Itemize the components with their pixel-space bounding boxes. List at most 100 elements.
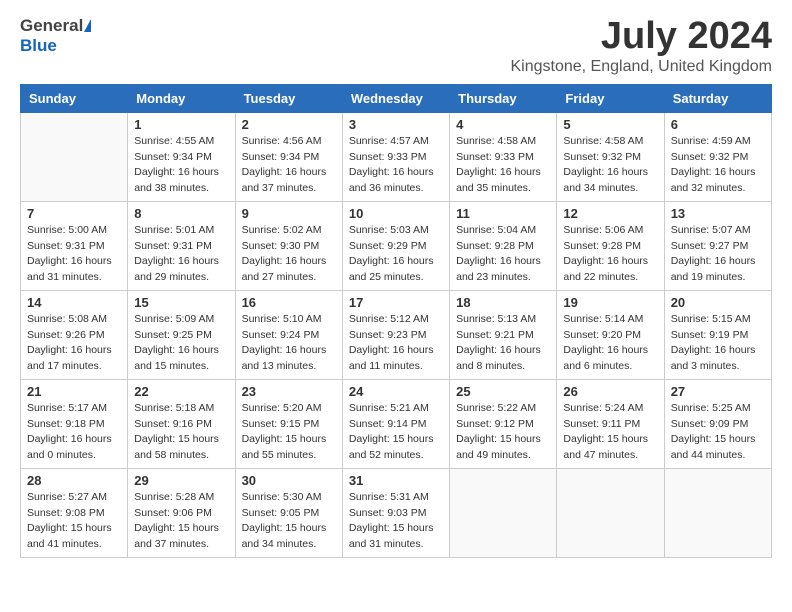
day-number: 25 bbox=[456, 384, 550, 399]
calendar-week-row: 14Sunrise: 5:08 AM Sunset: 9:26 PM Dayli… bbox=[21, 290, 772, 379]
day-number: 27 bbox=[671, 384, 765, 399]
day-info: Sunrise: 5:09 AM Sunset: 9:25 PM Dayligh… bbox=[134, 312, 228, 375]
day-info: Sunrise: 4:59 AM Sunset: 9:32 PM Dayligh… bbox=[671, 134, 765, 197]
calendar-cell: 1Sunrise: 4:55 AM Sunset: 9:34 PM Daylig… bbox=[128, 112, 235, 201]
calendar-cell: 13Sunrise: 5:07 AM Sunset: 9:27 PM Dayli… bbox=[664, 201, 771, 290]
column-header-sunday: Sunday bbox=[21, 84, 128, 112]
calendar-cell: 25 Sunrise: 5:22 AM Sunset: 9:12 PM Dayli… bbox=[450, 379, 557, 468]
calendar-cell bbox=[664, 468, 771, 557]
day-info: Sunrise: 5:25 AM Sunset: 9:09 PM Dayligh… bbox=[671, 401, 765, 464]
calendar-cell: 2 Sunrise: 4:56 AM Sunset: 9:34 PM Daylig… bbox=[235, 112, 342, 201]
day-number: 28 bbox=[27, 473, 121, 488]
calendar-header-row: SundayMondayTuesdayWednesdayThursdayFrid… bbox=[21, 84, 772, 112]
day-info: Sunrise: 5:18 AM Sunset: 9:16 PM Dayligh… bbox=[134, 401, 228, 464]
day-info: Sunrise: 5:07 AM Sunset: 9:27 PM Dayligh… bbox=[671, 223, 765, 286]
day-info: Sunrise: 5:24 AM Sunset: 9:11 PM Dayligh… bbox=[563, 401, 657, 464]
day-number: 9 bbox=[242, 206, 336, 221]
calendar-cell: 10 Sunrise: 5:03 AM Sunset: 9:29 PM Dayli… bbox=[342, 201, 449, 290]
calendar-cell: 21 Sunrise: 5:17 AM Sunset: 9:18 PM Dayli… bbox=[21, 379, 128, 468]
calendar-cell: 17 Sunrise: 5:12 AM Sunset: 9:23 PM Dayli… bbox=[342, 290, 449, 379]
calendar-cell bbox=[557, 468, 664, 557]
day-info: Sunrise: 5:21 AM Sunset: 9:14 PM Dayligh… bbox=[349, 401, 443, 464]
title-area: July 2024 Kingstone, England, United Kin… bbox=[510, 16, 772, 76]
calendar-week-row: 21 Sunrise: 5:17 AM Sunset: 9:18 PM Dayli… bbox=[21, 379, 772, 468]
calendar-cell: 9 Sunrise: 5:02 AM Sunset: 9:30 PM Daylig… bbox=[235, 201, 342, 290]
day-number: 19 bbox=[563, 295, 657, 310]
column-header-wednesday: Wednesday bbox=[342, 84, 449, 112]
calendar-cell: 31 Sunrise: 5:31 AM Sunset: 9:03 PM Dayli… bbox=[342, 468, 449, 557]
day-number: 29 bbox=[134, 473, 228, 488]
calendar-week-row: 7Sunrise: 5:00 AM Sunset: 9:31 PM Daylig… bbox=[21, 201, 772, 290]
calendar-week-row: 1Sunrise: 4:55 AM Sunset: 9:34 PM Daylig… bbox=[21, 112, 772, 201]
day-number: 31 bbox=[349, 473, 443, 488]
calendar-cell: 7Sunrise: 5:00 AM Sunset: 9:31 PM Daylig… bbox=[21, 201, 128, 290]
day-number: 1 bbox=[134, 117, 228, 132]
day-number: 11 bbox=[456, 206, 550, 221]
calendar-cell: 24Sunrise: 5:21 AM Sunset: 9:14 PM Dayli… bbox=[342, 379, 449, 468]
calendar-cell: 5 Sunrise: 4:58 AM Sunset: 9:32 PM Daylig… bbox=[557, 112, 664, 201]
day-info: Sunrise: 5:30 AM Sunset: 9:05 PM Dayligh… bbox=[242, 490, 336, 553]
logo-general: General bbox=[20, 16, 83, 36]
day-info: Sunrise: 5:04 AM Sunset: 9:28 PM Dayligh… bbox=[456, 223, 550, 286]
location-title: Kingstone, England, United Kingdom bbox=[510, 58, 772, 76]
calendar-cell: 19Sunrise: 5:14 AM Sunset: 9:20 PM Dayli… bbox=[557, 290, 664, 379]
logo: General Blue bbox=[20, 16, 91, 56]
day-info: Sunrise: 5:01 AM Sunset: 9:31 PM Dayligh… bbox=[134, 223, 228, 286]
day-number: 7 bbox=[27, 206, 121, 221]
day-info: Sunrise: 5:31 AM Sunset: 9:03 PM Dayligh… bbox=[349, 490, 443, 553]
calendar-cell: 27 Sunrise: 5:25 AM Sunset: 9:09 PM Dayli… bbox=[664, 379, 771, 468]
day-info: Sunrise: 5:06 AM Sunset: 9:28 PM Dayligh… bbox=[563, 223, 657, 286]
logo-blue: Blue bbox=[20, 36, 57, 56]
calendar-cell: 3 Sunrise: 4:57 AM Sunset: 9:33 PM Daylig… bbox=[342, 112, 449, 201]
day-info: Sunrise: 5:02 AM Sunset: 9:30 PM Dayligh… bbox=[242, 223, 336, 286]
calendar-cell: 26Sunrise: 5:24 AM Sunset: 9:11 PM Dayli… bbox=[557, 379, 664, 468]
day-info: Sunrise: 5:13 AM Sunset: 9:21 PM Dayligh… bbox=[456, 312, 550, 375]
day-info: Sunrise: 5:20 AM Sunset: 9:15 PM Dayligh… bbox=[242, 401, 336, 464]
column-header-friday: Friday bbox=[557, 84, 664, 112]
day-info: Sunrise: 5:03 AM Sunset: 9:29 PM Dayligh… bbox=[349, 223, 443, 286]
day-number: 5 bbox=[563, 117, 657, 132]
day-number: 30 bbox=[242, 473, 336, 488]
day-number: 21 bbox=[27, 384, 121, 399]
column-header-monday: Monday bbox=[128, 84, 235, 112]
day-number: 18 bbox=[456, 295, 550, 310]
day-number: 23 bbox=[242, 384, 336, 399]
day-number: 3 bbox=[349, 117, 443, 132]
header: General Blue July 2024 Kingstone, Englan… bbox=[20, 16, 772, 76]
day-info: Sunrise: 4:58 AM Sunset: 9:33 PM Dayligh… bbox=[456, 134, 550, 197]
column-header-thursday: Thursday bbox=[450, 84, 557, 112]
day-number: 6 bbox=[671, 117, 765, 132]
day-info: Sunrise: 5:17 AM Sunset: 9:18 PM Dayligh… bbox=[27, 401, 121, 464]
day-number: 10 bbox=[349, 206, 443, 221]
calendar-cell: 28 Sunrise: 5:27 AM Sunset: 9:08 PM Dayli… bbox=[21, 468, 128, 557]
calendar-cell bbox=[450, 468, 557, 557]
day-info: Sunrise: 5:15 AM Sunset: 9:19 PM Dayligh… bbox=[671, 312, 765, 375]
day-number: 4 bbox=[456, 117, 550, 132]
calendar-cell: 14Sunrise: 5:08 AM Sunset: 9:26 PM Dayli… bbox=[21, 290, 128, 379]
day-info: Sunrise: 5:22 AM Sunset: 9:12 PM Dayligh… bbox=[456, 401, 550, 464]
day-number: 20 bbox=[671, 295, 765, 310]
day-number: 2 bbox=[242, 117, 336, 132]
month-title: July 2024 bbox=[510, 16, 772, 58]
calendar-cell: 20 Sunrise: 5:15 AM Sunset: 9:19 PM Dayli… bbox=[664, 290, 771, 379]
calendar-cell: 30 Sunrise: 5:30 AM Sunset: 9:05 PM Dayli… bbox=[235, 468, 342, 557]
day-info: Sunrise: 5:27 AM Sunset: 9:08 PM Dayligh… bbox=[27, 490, 121, 553]
day-info: Sunrise: 4:57 AM Sunset: 9:33 PM Dayligh… bbox=[349, 134, 443, 197]
day-number: 22 bbox=[134, 384, 228, 399]
calendar-cell bbox=[21, 112, 128, 201]
calendar-cell: 22 Sunrise: 5:18 AM Sunset: 9:16 PM Dayli… bbox=[128, 379, 235, 468]
day-info: Sunrise: 4:58 AM Sunset: 9:32 PM Dayligh… bbox=[563, 134, 657, 197]
calendar-cell: 16 Sunrise: 5:10 AM Sunset: 9:24 PM Dayli… bbox=[235, 290, 342, 379]
day-number: 16 bbox=[242, 295, 336, 310]
calendar-table: SundayMondayTuesdayWednesdayThursdayFrid… bbox=[20, 84, 772, 558]
day-number: 15 bbox=[134, 295, 228, 310]
day-info: Sunrise: 5:12 AM Sunset: 9:23 PM Dayligh… bbox=[349, 312, 443, 375]
column-header-saturday: Saturday bbox=[664, 84, 771, 112]
calendar-cell: 6 Sunrise: 4:59 AM Sunset: 9:32 PM Daylig… bbox=[664, 112, 771, 201]
logo-triangle-icon bbox=[84, 19, 91, 32]
day-info: Sunrise: 5:28 AM Sunset: 9:06 PM Dayligh… bbox=[134, 490, 228, 553]
day-number: 17 bbox=[349, 295, 443, 310]
calendar-cell: 23 Sunrise: 5:20 AM Sunset: 9:15 PM Dayli… bbox=[235, 379, 342, 468]
day-info: Sunrise: 4:56 AM Sunset: 9:34 PM Dayligh… bbox=[242, 134, 336, 197]
day-info: Sunrise: 5:10 AM Sunset: 9:24 PM Dayligh… bbox=[242, 312, 336, 375]
